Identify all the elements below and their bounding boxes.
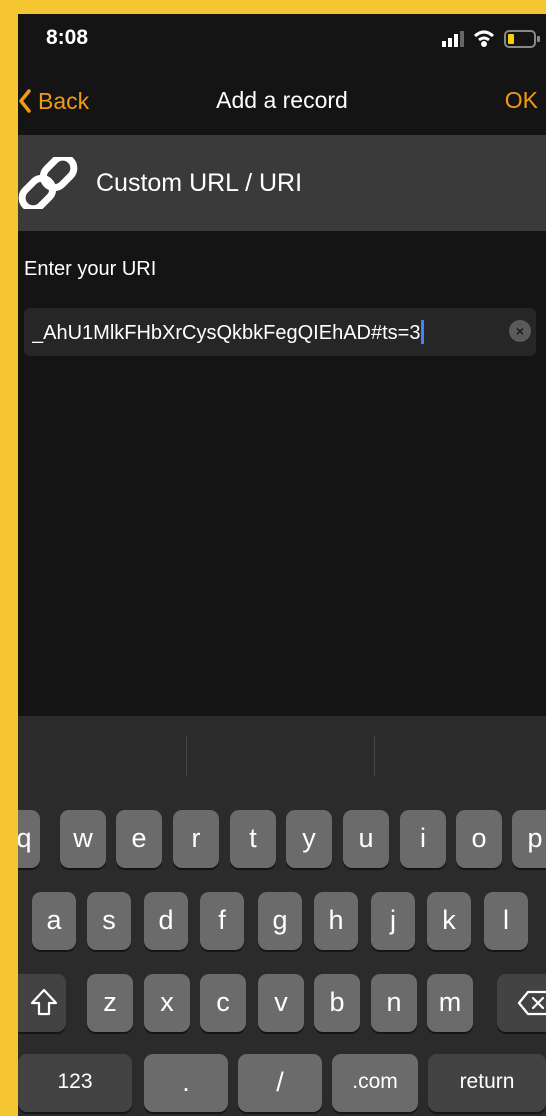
key-l[interactable]: l	[484, 892, 528, 950]
uri-input-value: _AhU1MlkFHbXrCysQkbkFegQIEhAD#ts=3	[32, 320, 488, 345]
key-a[interactable]: a	[32, 892, 76, 950]
return-key[interactable]: return	[428, 1054, 546, 1112]
keyboard: q w e r t y u i o p a s d f g h j k l z …	[18, 716, 546, 1116]
key-s[interactable]: s	[87, 892, 131, 950]
key-j[interactable]: j	[371, 892, 415, 950]
key-k[interactable]: k	[427, 892, 471, 950]
record-type-label: Custom URL / URI	[96, 169, 303, 197]
key-i[interactable]: i	[400, 810, 446, 868]
uri-input[interactable]: _AhU1MlkFHbXrCysQkbkFegQIEhAD#ts=3 ×	[24, 308, 536, 356]
delete-key[interactable]	[497, 974, 546, 1032]
backspace-icon	[517, 990, 546, 1016]
period-key[interactable]: .	[144, 1054, 228, 1112]
key-f[interactable]: f	[200, 892, 244, 950]
record-type-header: Custom URL / URI	[18, 135, 546, 231]
key-y[interactable]: y	[286, 810, 332, 868]
key-n[interactable]: n	[371, 974, 417, 1032]
key-g[interactable]: g	[258, 892, 302, 950]
phone-screen: 8:08 Back Add a record OK Custom URL / U…	[18, 14, 546, 1116]
key-q[interactable]: q	[18, 810, 40, 868]
key-o[interactable]: o	[456, 810, 502, 868]
status-icons	[442, 30, 540, 48]
key-p[interactable]: p	[512, 810, 546, 868]
page-title: Add a record	[216, 87, 348, 113]
key-m[interactable]: m	[427, 974, 473, 1032]
key-c[interactable]: c	[200, 974, 246, 1032]
key-d[interactable]: d	[144, 892, 188, 950]
key-v[interactable]: v	[258, 974, 304, 1032]
key-h[interactable]: h	[314, 892, 358, 950]
link-icon	[18, 157, 78, 209]
key-e[interactable]: e	[116, 810, 162, 868]
shift-icon	[30, 988, 58, 1016]
key-t[interactable]: t	[230, 810, 276, 868]
key-r[interactable]: r	[173, 810, 219, 868]
battery-icon	[504, 30, 540, 48]
ok-button[interactable]: OK	[505, 87, 538, 114]
key-u[interactable]: u	[343, 810, 389, 868]
key-b[interactable]: b	[314, 974, 360, 1032]
shift-key[interactable]	[18, 974, 66, 1032]
navigation-bar: Back Add a record OK	[18, 68, 546, 132]
text-caret	[421, 320, 425, 344]
key-w[interactable]: w	[60, 810, 106, 868]
key-z[interactable]: z	[87, 974, 133, 1032]
status-bar: 8:08	[18, 14, 546, 62]
dotcom-key[interactable]: .com	[332, 1054, 418, 1112]
uri-prompt-label: Enter your URI	[24, 258, 157, 280]
key-x[interactable]: x	[144, 974, 190, 1032]
suggestion-divider	[374, 736, 375, 776]
wifi-icon	[474, 30, 494, 47]
signal-icon	[442, 31, 464, 47]
suggestion-divider	[186, 736, 187, 776]
clear-icon[interactable]: ×	[509, 320, 531, 342]
numbers-key[interactable]: 123	[18, 1054, 132, 1112]
slash-key[interactable]: /	[238, 1054, 322, 1112]
